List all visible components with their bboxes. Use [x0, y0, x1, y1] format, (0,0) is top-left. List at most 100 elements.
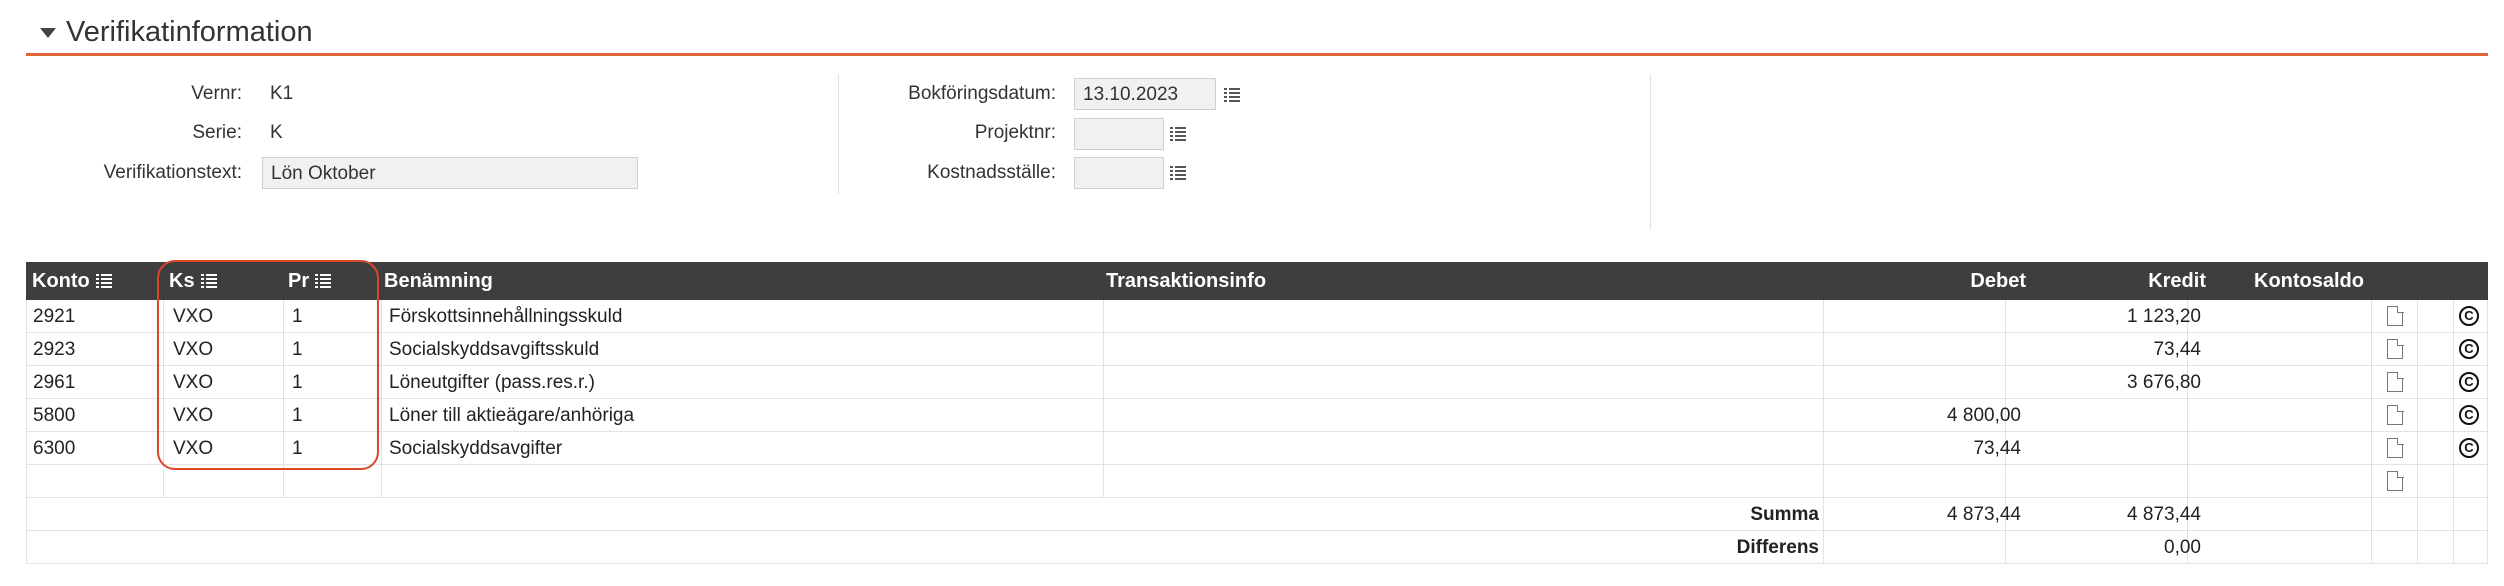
cell-ks: VXO	[173, 306, 214, 327]
cell-kontosaldo	[2217, 366, 2377, 399]
col-kredit[interactable]: Kredit	[2006, 262, 2206, 300]
copyright-icon[interactable]: C	[2459, 372, 2479, 392]
col-transaktionsinfo[interactable]: Transaktionsinfo	[1106, 262, 1266, 300]
empty-entry-row[interactable]	[27, 465, 2487, 498]
section-header[interactable]: Verifikatinformation	[26, 12, 2488, 56]
table-row[interactable]: 6300 VXO 1 Socialskyddsavgifter 73,44 C	[27, 432, 2487, 465]
cell-divider	[2417, 531, 2418, 563]
cell-divider	[1823, 465, 1824, 497]
cell-divider	[163, 465, 164, 497]
konto-list-icon[interactable]	[95, 274, 112, 288]
cell-debet: 73,44	[1973, 438, 2021, 459]
summa-row: Summa 4 873,44 4 873,44	[27, 498, 2487, 531]
ks-list-icon[interactable]	[200, 274, 217, 288]
table-row[interactable]: 2961 VXO 1 Löneutgifter (pass.res.r.) 3 676,…	[27, 366, 2487, 399]
cell-divider	[163, 333, 164, 365]
pr-list-icon[interactable]	[315, 274, 332, 288]
cell-ks: VXO	[173, 339, 214, 360]
projektnr-input[interactable]	[1074, 118, 1164, 150]
cell-divider	[2453, 366, 2454, 398]
cell-divider	[1823, 432, 1824, 464]
document-icon[interactable]	[2387, 470, 2404, 491]
collapse-caret-icon[interactable]	[40, 28, 56, 38]
kostnadsstalle-label: Kostnadsställe:	[927, 162, 1056, 183]
cell-divider	[163, 432, 164, 464]
col-ks-label: Ks	[169, 270, 195, 292]
col-debet[interactable]: Debet	[1826, 262, 2026, 300]
col-pr-label: Pr	[288, 270, 310, 292]
verifikationstext-input[interactable]: Lön Oktober	[262, 157, 638, 189]
copyright-icon[interactable]: C	[2459, 306, 2479, 326]
cell-divider	[1823, 333, 1824, 365]
cell-divider	[2417, 366, 2418, 398]
document-icon[interactable]	[2387, 437, 2404, 458]
cell-benamning: Socialskyddsavgiftsskuld	[389, 339, 600, 360]
cell-divider	[1103, 432, 1104, 464]
document-icon[interactable]	[2387, 371, 2404, 392]
cell-debet: 4 800,00	[1947, 405, 2021, 426]
summa-debet: 4 873,44	[1947, 504, 2021, 525]
bokforingsdatum-label: Bokföringsdatum:	[908, 83, 1056, 104]
cell-divider	[381, 465, 382, 497]
cell-divider	[381, 432, 382, 464]
cell-divider	[1823, 366, 1824, 398]
cell-divider	[1103, 366, 1104, 398]
projektnr-label: Projektnr:	[974, 122, 1056, 143]
cell-konto: 5800	[33, 405, 76, 426]
cell-divider	[381, 366, 382, 398]
cell-divider	[381, 333, 382, 365]
cell-divider	[2417, 465, 2418, 497]
cell-benamning: Löneutgifter (pass.res.r.)	[389, 372, 595, 393]
cell-divider	[2005, 465, 2006, 497]
cell-kontosaldo	[2217, 432, 2377, 465]
cell-divider	[1823, 300, 1824, 332]
cell-divider	[381, 300, 382, 332]
cell-kredit: 3 676,80	[2127, 372, 2201, 393]
col-benamning[interactable]: Benämning	[384, 262, 493, 300]
verifikationstext-label: Verifikationstext:	[103, 162, 242, 183]
copyright-icon[interactable]: C	[2459, 339, 2479, 359]
cell-divider	[2417, 333, 2418, 365]
table-row[interactable]: 5800 VXO 1 Löner till aktieägare/anhöriga 4 …	[27, 399, 2487, 432]
document-icon[interactable]	[2387, 305, 2404, 326]
cell-divider	[1103, 333, 1104, 365]
col-pr[interactable]: Pr	[288, 262, 332, 300]
serie-label: Serie:	[192, 122, 242, 143]
cell-divider	[2453, 498, 2454, 530]
cell-ks: VXO	[173, 372, 214, 393]
cell-divider	[2417, 300, 2418, 332]
document-icon[interactable]	[2387, 338, 2404, 359]
document-icon[interactable]	[2387, 404, 2404, 425]
copyright-icon[interactable]: C	[2459, 405, 2479, 425]
serie-value: K	[270, 122, 283, 143]
col-konto[interactable]: Konto	[32, 262, 112, 300]
kostnadsstalle-input[interactable]	[1074, 157, 1164, 189]
projekt-list-icon[interactable]	[1170, 127, 1186, 141]
cell-kredit: 1 123,20	[2127, 306, 2201, 327]
table-row[interactable]: 2923 VXO 1 Socialskyddsavgiftsskuld 73,44 C	[27, 333, 2487, 366]
kostnad-list-icon[interactable]	[1170, 166, 1186, 180]
cell-debet	[1827, 366, 2021, 399]
cell-debet	[1827, 300, 2021, 333]
cell-divider	[2371, 465, 2372, 497]
differens-row: Differens 0,00	[27, 531, 2487, 564]
transactions-table: Konto Ks Pr Benämning Transaktionsinfo D…	[26, 262, 2488, 564]
cell-divider	[2417, 498, 2418, 530]
table-header: Konto Ks Pr Benämning Transaktionsinfo D…	[26, 262, 2488, 300]
date-list-icon[interactable]	[1224, 88, 1240, 102]
cell-divider	[2453, 531, 2454, 563]
cell-divider	[381, 399, 382, 431]
cell-divider	[2453, 432, 2454, 464]
table-row[interactable]: 2921 VXO 1 Förskottsinnehållningsskuld 1 123…	[27, 300, 2487, 333]
col-kontosaldo[interactable]: Kontosaldo	[2254, 262, 2364, 300]
bokforingsdatum-input[interactable]: 13.10.2023	[1074, 78, 1216, 110]
cell-divider	[283, 399, 284, 431]
cell-divider	[163, 399, 164, 431]
col-ks[interactable]: Ks	[169, 262, 217, 300]
form-divider-right	[1650, 74, 1651, 230]
cell-pr: 1	[292, 306, 303, 327]
copyright-icon[interactable]: C	[2459, 438, 2479, 458]
cell-pr: 1	[292, 405, 303, 426]
differens-kredit: 0,00	[2164, 537, 2201, 558]
cell-kredit	[2007, 399, 2201, 432]
